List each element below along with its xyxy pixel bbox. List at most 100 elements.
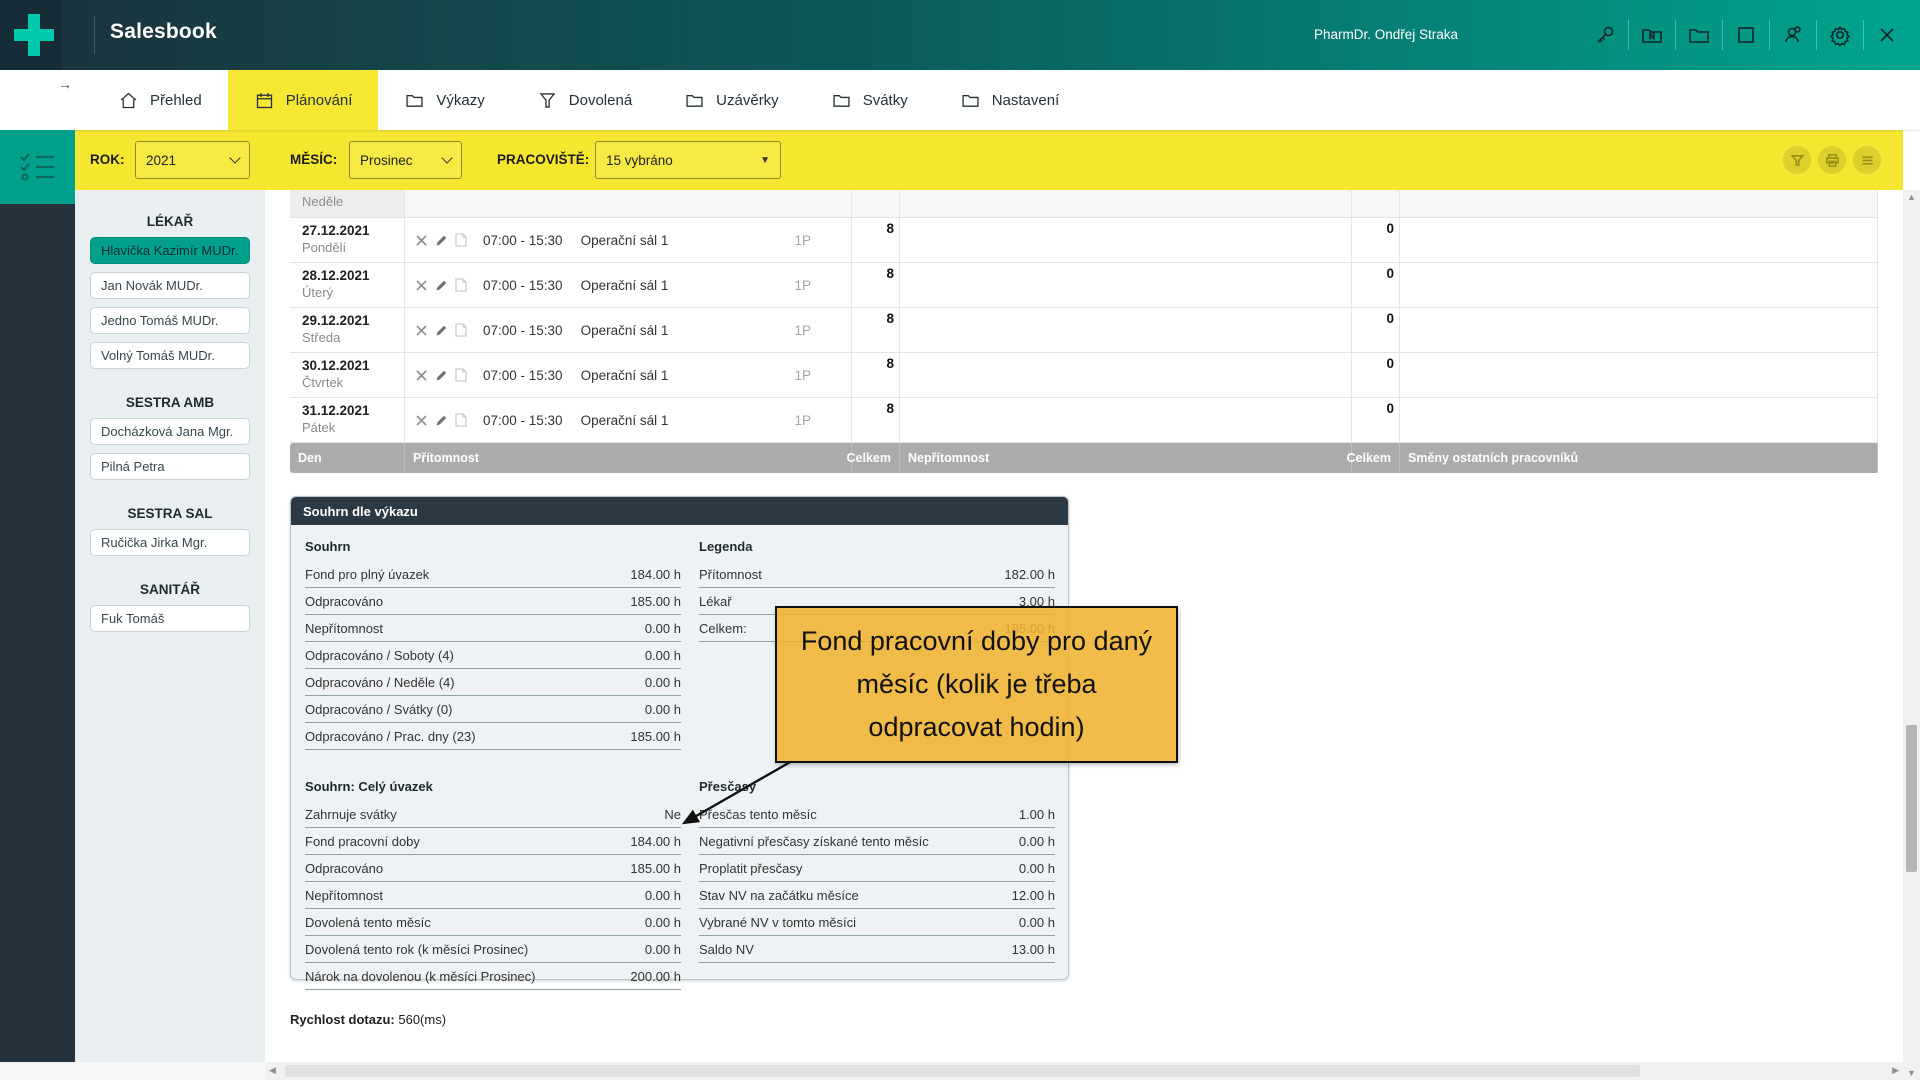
delete-shift-icon[interactable] (415, 234, 428, 247)
sidebar-person[interactable]: Docházková Jana Mgr. (90, 418, 250, 445)
window-icon[interactable] (1723, 0, 1769, 70)
absence-cell (900, 190, 1352, 217)
sidebar-person[interactable]: Ručička Jirka Mgr. (90, 529, 250, 556)
rok-value: 2021 (146, 153, 223, 168)
other-shifts-cell (1400, 398, 1878, 442)
shift-time: 07:00 - 15:30 (483, 368, 563, 383)
footer-col-celkem: Celkem (852, 443, 900, 473)
tab-uzaverky[interactable]: Uzávěrky (658, 70, 805, 130)
group-sestra-amb: Docházková Jana Mgr. Pilná Petra (75, 418, 265, 480)
sidebar-person[interactable]: Hlavička Kazimír MUDr. (90, 237, 250, 264)
summary-value: 185.00 h (630, 729, 681, 744)
shift-place: Operační sál 1 (581, 368, 669, 383)
horizontal-scroll-thumb[interactable] (285, 1065, 1640, 1077)
tab-prehled[interactable]: Přehled (92, 70, 228, 130)
summary-value: 0.00 h (645, 915, 681, 930)
absence-total: 0 (1352, 263, 1400, 307)
absence-total: 0 (1352, 398, 1400, 442)
delete-shift-icon[interactable] (415, 414, 428, 427)
note-shift-icon[interactable] (455, 413, 467, 427)
sidebar-toggle-button[interactable] (0, 130, 75, 204)
folder-n-icon[interactable]: N (1629, 0, 1675, 70)
tab-svatky[interactable]: Svátky (805, 70, 934, 130)
edit-shift-icon[interactable] (435, 414, 448, 427)
edit-shift-icon[interactable] (435, 324, 448, 337)
scroll-right-icon[interactable]: ▶ (1892, 1065, 1899, 1076)
close-icon[interactable] (1864, 0, 1910, 70)
sidebar-person[interactable]: Fuk Tomáš (90, 605, 250, 632)
date-cell: 30.12.2021 Čtvrtek (290, 353, 405, 397)
sidebar-person[interactable]: Jan Novák MUDr. (90, 272, 250, 299)
row-date: 28.12.2021 (302, 268, 404, 283)
row-date: 26.12.2021 (302, 190, 404, 192)
summary-label: Fond pro plný úvazek (305, 567, 429, 582)
mesic-select[interactable]: Prosinec (349, 141, 462, 179)
shift-time: 07:00 - 15:30 (483, 233, 563, 248)
filter-icon[interactable] (1783, 146, 1811, 174)
summary-value: 0.00 h (1019, 915, 1055, 930)
row-day: Úterý (302, 285, 404, 300)
rok-select[interactable]: 2021 (135, 141, 250, 179)
presence-cell: 07:00 - 15:30 Operační sál 1 1P (405, 263, 852, 307)
delete-shift-icon[interactable] (415, 324, 428, 337)
shift-time: 07:00 - 15:30 (483, 413, 563, 428)
settings-icon[interactable] (1817, 0, 1863, 70)
filter-actions (1783, 146, 1881, 174)
key-icon[interactable] (1582, 0, 1628, 70)
group-title-sestra-amb: SESTRA AMB (75, 395, 265, 410)
summary-label: Odpracováno / Neděle (4) (305, 675, 455, 690)
sidebar-person[interactable]: Volný Tomáš MUDr. (90, 342, 250, 369)
presence-total: 8 (852, 308, 900, 352)
note-shift-icon[interactable] (455, 278, 467, 292)
shift-place: Operační sál 1 (581, 278, 669, 293)
summary-row: Nepřítomnost0.00 h (305, 615, 681, 642)
sidebar-person[interactable]: Jedno Tomáš MUDr. (90, 307, 250, 334)
tab-label: Nastavení (992, 92, 1060, 109)
query-speed-value: 560(ms) (398, 1012, 446, 1027)
summary-label: Přítomnost (699, 567, 762, 582)
pracoviste-select[interactable]: 15 vybráno ▼ (595, 141, 781, 179)
vertical-scroll-thumb[interactable] (1906, 725, 1917, 872)
edit-shift-icon[interactable] (435, 234, 448, 247)
edit-shift-icon[interactable] (435, 279, 448, 292)
delete-shift-icon[interactable] (415, 369, 428, 382)
date-cell: 26.12.2021 Neděle (290, 190, 405, 217)
summary-row: Odpracováno / Soboty (4)0.00 h (305, 642, 681, 669)
section-title-cely-uvazek: Souhrn: Celý úvazek (305, 765, 681, 801)
checklist-icon (18, 150, 58, 184)
note-shift-icon[interactable] (455, 368, 467, 382)
app-logo[interactable] (0, 0, 62, 70)
delete-shift-icon[interactable] (415, 279, 428, 292)
collapse-arrow-icon[interactable]: → (58, 76, 72, 92)
user-icon[interactable] (1770, 0, 1816, 70)
edit-shift-icon[interactable] (435, 369, 448, 382)
scroll-up-icon[interactable]: ▲ (1907, 192, 1916, 202)
menu-icon[interactable] (1853, 146, 1881, 174)
tab-dovolena[interactable]: Dovolená (511, 70, 658, 130)
summary-value: 0.00 h (645, 702, 681, 717)
shift-actions (415, 233, 467, 247)
note-shift-icon[interactable] (455, 233, 467, 247)
tab-planovani[interactable]: Plánování (228, 70, 379, 130)
summary-value: 0.00 h (645, 888, 681, 903)
tab-label: Plánování (286, 92, 353, 109)
summary-row: Odpracováno185.00 h (305, 855, 681, 882)
sidebar-person[interactable]: Pilná Petra (90, 453, 250, 480)
note-shift-icon[interactable] (455, 323, 467, 337)
current-user-name[interactable]: PharmDr. Ondřej Straka (1314, 27, 1458, 42)
summary-label: Vybrané NV v tomto měsíci (699, 915, 856, 930)
folder-icon[interactable] (1676, 0, 1722, 70)
summary-label: Fond pracovní doby (305, 834, 420, 849)
tab-vykazy[interactable]: Výkazy (378, 70, 510, 130)
summary-value: 1.00 h (1019, 807, 1055, 822)
scroll-down-icon[interactable]: ▼ (1907, 1068, 1916, 1078)
summary-value: Ne (664, 807, 681, 822)
header-divider (94, 16, 95, 54)
tab-nastaveni[interactable]: Nastavení (934, 70, 1086, 130)
print-icon[interactable] (1818, 146, 1846, 174)
scroll-left-icon[interactable]: ◀ (269, 1065, 276, 1076)
vertical-scrollbar[interactable]: ▲ ▼ (1903, 190, 1920, 1080)
row-date: 29.12.2021 (302, 313, 404, 328)
section-title-legenda: Legenda (699, 525, 1055, 561)
horizontal-scrollbar[interactable]: ◀ ▶ (265, 1062, 1903, 1080)
